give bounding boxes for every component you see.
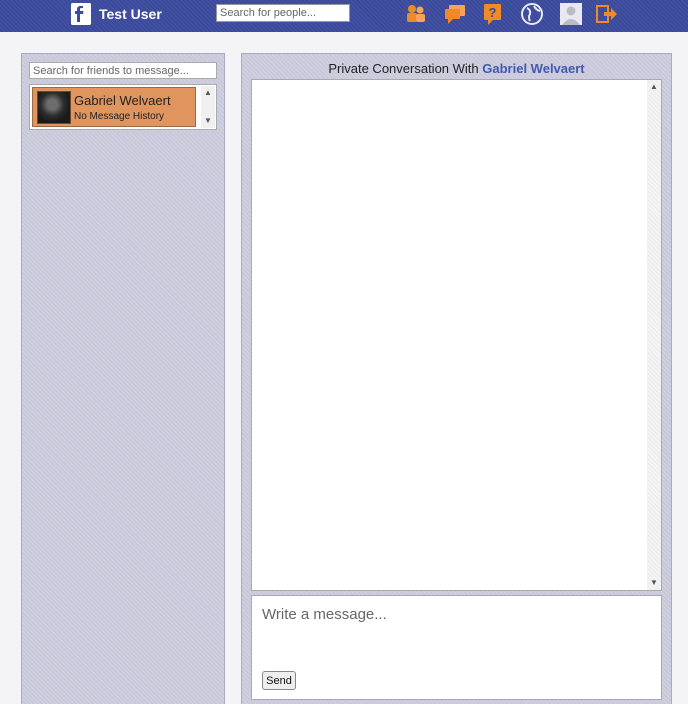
friend-list-scrollbar[interactable]: ▲ ▼ bbox=[201, 86, 215, 128]
friend-list: Gabriel Welvaert No Message History ▲ ▼ bbox=[29, 84, 217, 130]
help-icon[interactable]: ? bbox=[480, 2, 506, 26]
friend-item[interactable]: Gabriel Welvaert No Message History bbox=[32, 87, 196, 127]
logout-icon[interactable] bbox=[594, 2, 620, 26]
send-button[interactable]: Send bbox=[262, 671, 296, 690]
friends-panel: Gabriel Welvaert No Message History ▲ ▼ bbox=[21, 53, 225, 704]
profile-icon[interactable] bbox=[558, 2, 584, 26]
message-history: ▲ ▼ bbox=[251, 79, 662, 591]
message-scrollbar[interactable]: ▲ ▼ bbox=[647, 80, 661, 590]
scroll-up-icon[interactable]: ▲ bbox=[647, 80, 661, 94]
conversation-partner-name[interactable]: Gabriel Welvaert bbox=[482, 61, 584, 76]
conversation-panel: Private Conversation With Gabriel Welvae… bbox=[241, 53, 672, 704]
friend-search-input[interactable] bbox=[29, 62, 217, 79]
avatar bbox=[37, 91, 71, 124]
people-search-input[interactable] bbox=[216, 4, 350, 22]
conversation-title: Private Conversation With Gabriel Welvae… bbox=[242, 61, 671, 76]
username-link[interactable]: Test User bbox=[99, 6, 162, 22]
message-input[interactable] bbox=[252, 596, 661, 666]
conversation-title-prefix: Private Conversation With bbox=[328, 61, 479, 76]
scroll-down-icon[interactable]: ▼ bbox=[201, 114, 215, 128]
messages-icon[interactable] bbox=[442, 2, 468, 26]
scroll-down-icon[interactable]: ▼ bbox=[647, 576, 661, 590]
top-bar: Test User ? bbox=[0, 0, 688, 32]
friend-name: Gabriel Welvaert bbox=[74, 93, 171, 108]
globe-icon[interactable] bbox=[519, 2, 545, 26]
logo-icon[interactable] bbox=[71, 3, 91, 25]
svg-text:?: ? bbox=[489, 5, 497, 20]
friends-icon[interactable] bbox=[403, 2, 429, 26]
scroll-up-icon[interactable]: ▲ bbox=[201, 86, 215, 100]
friend-status: No Message History bbox=[74, 111, 165, 122]
message-composer: Send bbox=[251, 595, 662, 700]
